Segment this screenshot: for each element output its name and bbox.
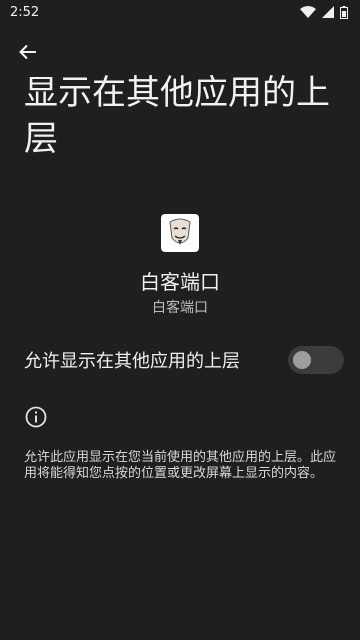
switch-thumb [293, 351, 311, 369]
page-title: 显示在其他应用的上层 [24, 73, 330, 159]
permission-description: 允许此应用显示在您当前使用的其他应用的上层。此应用将能得知您点按的位置或更改屏幕… [24, 450, 337, 481]
app-name: 白客端口 [140, 270, 220, 294]
signal-icon [322, 6, 334, 18]
wifi-icon [300, 6, 316, 18]
status-icons [300, 5, 348, 19]
back-button[interactable] [12, 36, 44, 68]
arrow-back-icon [19, 44, 36, 60]
app-subtitle: 白客端口 [152, 300, 208, 316]
overlay-permission-row[interactable]: 允许显示在其他应用的上层 [24, 340, 344, 380]
battery-icon [340, 5, 348, 19]
overlay-permission-label: 允许显示在其他应用的上层 [24, 351, 240, 372]
info-icon [25, 406, 47, 428]
overlay-permission-switch[interactable] [288, 346, 344, 374]
status-time: 2:52 [10, 4, 40, 20]
status-bar: 2:52 [0, 0, 360, 24]
mask-avatar-icon [169, 218, 191, 245]
app-icon [161, 214, 199, 252]
